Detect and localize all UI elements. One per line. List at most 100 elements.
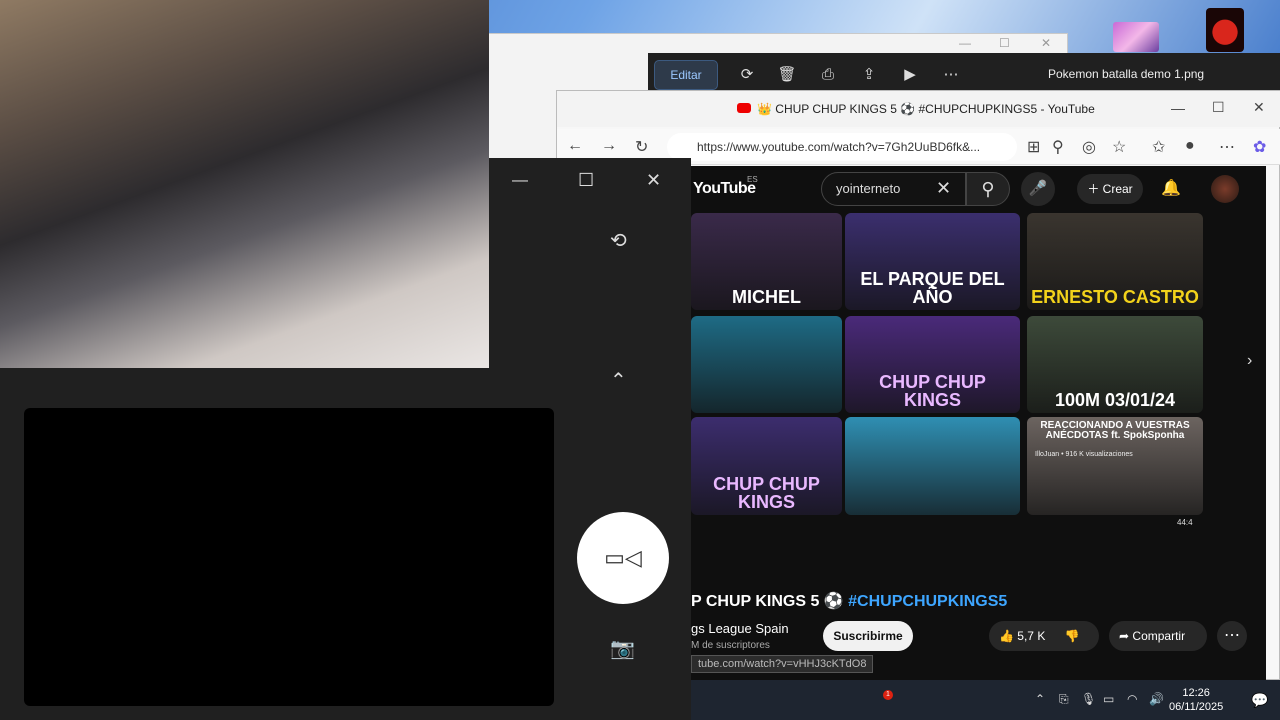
voice-search-icon[interactable]: 🎤: [1021, 172, 1055, 206]
video-thumbnail[interactable]: MICHEL: [691, 213, 842, 310]
edit-label: Editar: [670, 68, 702, 82]
favorites-icon[interactable]: ✩: [1152, 137, 1165, 157]
subscribe-button[interactable]: Suscribirme: [823, 621, 913, 651]
thumbnail-title: ERNESTO CASTRO: [1031, 287, 1199, 307]
search-button[interactable]: ⚲: [966, 172, 1010, 206]
maximize-icon[interactable]: ☐: [999, 36, 1010, 50]
tracking-icon[interactable]: ◎: [1082, 137, 1096, 157]
forward-icon[interactable]: →: [601, 137, 617, 155]
thumbs-down-icon[interactable]: 👎: [1065, 629, 1080, 643]
create-label: Crear: [1102, 182, 1133, 196]
close-icon[interactable]: ✕: [1041, 36, 1051, 50]
rotate-icon[interactable]: ⟳: [736, 65, 758, 85]
tab-title[interactable]: 👑 CHUP CHUP KINGS 5 ⚽ #CHUPCHUPKINGS5 - …: [757, 102, 1095, 116]
notification-badge[interactable]: 1: [883, 690, 893, 700]
share-button[interactable]: ➦ Compartir: [1109, 621, 1207, 651]
thumb-caption: IlloJuan • 916 K visualizaciones: [1035, 451, 1133, 458]
url-input[interactable]: https://www.youtube.com/watch?v=7Gh2UuBD…: [667, 133, 1017, 161]
maximize-icon[interactable]: ☐: [578, 170, 594, 191]
back-icon[interactable]: ←: [567, 137, 583, 155]
desktop-shortcut-icon[interactable]: [1206, 8, 1244, 52]
channel-name[interactable]: gs League Spain: [691, 621, 789, 636]
video-hashtag-link[interactable]: #CHUPCHUPKINGS5: [848, 593, 1007, 610]
close-icon[interactable]: ✕: [1253, 99, 1265, 116]
thumbnail-title: CHUP CHUP KINGS: [879, 372, 986, 410]
thumbnail-title: [845, 507, 1020, 515]
grid-icon[interactable]: ⊞: [1027, 137, 1040, 157]
thumb-duration: 44:4: [1177, 518, 1193, 527]
video-title-text: P CHUP KINGS 5 ⚽: [691, 593, 849, 610]
clock-time: 12:26: [1182, 687, 1210, 699]
photo-mode-icon[interactable]: 📷: [610, 636, 635, 661]
thumbnail-title: REACCIONANDO A VUESTRAS ANÉCDOTAS ft. Sp…: [1040, 420, 1190, 441]
more-actions-icon[interactable]: ⋯: [1217, 621, 1247, 651]
reload-icon[interactable]: ↻: [635, 137, 648, 157]
microphone-icon[interactable]: 🎙: [1081, 692, 1096, 706]
clock[interactable]: 12:26 06/11/2025: [1169, 686, 1223, 714]
usb-icon[interactable]: ⎘: [1059, 692, 1069, 707]
thumbs-up-icon: 👍: [999, 629, 1014, 643]
thumbnail-title: 100M 03/01/24: [1054, 390, 1176, 410]
video-thumbnail[interactable]: EL PARQUE DEL AÑO: [845, 213, 1020, 310]
thumbnail-title: EL PARQUE DEL AÑO: [860, 269, 1005, 307]
video-thumbnail[interactable]: CHUP CHUP KINGS: [691, 417, 842, 515]
youtube-header: YouTube ES yointerneto ✕ ⚲ 🎤 ＋ Crear 🔔: [691, 166, 1266, 212]
switch-camera-icon[interactable]: ⟲: [610, 228, 627, 253]
video-title: P CHUP KINGS 5 ⚽ #CHUPCHUPKINGS5: [691, 591, 1007, 611]
next-arrow-icon[interactable]: ›: [1247, 352, 1252, 370]
wifi-icon[interactable]: ◠: [1127, 692, 1137, 706]
image-filename: Pokemon batalla demo 1.png: [1048, 67, 1205, 81]
clear-search-icon[interactable]: ✕: [936, 178, 951, 199]
more-icon[interactable]: ⋯: [940, 65, 962, 85]
taskbar: 1 ⌃ ⎘ 🎙 ▭ ◠ 🔊 12:26 06/11/2025 💬: [691, 680, 1280, 720]
camera-preview: [24, 408, 554, 706]
video-camera-icon: ▭◁: [604, 545, 642, 570]
chevron-up-icon[interactable]: ⌃: [1035, 692, 1045, 706]
video-thumbnail[interactable]: CHUP CHUP KINGS: [845, 316, 1020, 413]
slideshow-icon[interactable]: ▶: [899, 65, 921, 85]
thumbnail-title: [691, 405, 842, 413]
record-video-button[interactable]: ▭◁: [577, 512, 669, 604]
print-icon[interactable]: ⎙: [817, 65, 839, 85]
like-count: 5,7 K: [1017, 629, 1046, 643]
volume-icon[interactable]: 🔊: [1149, 692, 1164, 706]
like-button[interactable]: 👍 5,7 K 👎: [989, 621, 1099, 651]
notifications-bell-icon[interactable]: 🔔: [1161, 178, 1181, 198]
edit-button[interactable]: Editar: [654, 60, 718, 90]
region-label: ES: [747, 175, 758, 184]
webcam-feed: [0, 0, 489, 368]
status-bar-url: tube.com/watch?v=vHHJ3cKTdO8: [691, 655, 874, 673]
video-thumbnail[interactable]: ERNESTO CASTRO: [1027, 213, 1203, 310]
maximize-icon[interactable]: ☐: [1212, 99, 1225, 116]
search-icon: ⚲: [981, 179, 995, 199]
youtube-page: YouTube ES yointerneto ✕ ⚲ 🎤 ＋ Crear 🔔 M…: [691, 166, 1266, 681]
delete-icon[interactable]: 🗑: [776, 65, 798, 85]
copilot-icon[interactable]: ✿: [1253, 137, 1266, 157]
video-thumbnail[interactable]: [691, 316, 842, 413]
tab-bar: 👑 CHUP CHUP KINGS 5 ⚽ #CHUPCHUPKINGS5 - …: [557, 91, 1280, 127]
zoom-icon[interactable]: ⚲: [1052, 137, 1064, 157]
profile-icon[interactable]: ●: [1185, 137, 1195, 155]
battery-icon[interactable]: ▭: [1103, 692, 1114, 706]
share-label: Compartir: [1132, 629, 1186, 643]
settings-more-icon[interactable]: ⋯: [1219, 137, 1235, 157]
avatar[interactable]: [1211, 175, 1239, 203]
minimize-icon[interactable]: —: [512, 172, 528, 190]
notifications-icon[interactable]: 💬: [1251, 692, 1268, 709]
thumbnail-title: CHUP CHUP KINGS: [713, 474, 820, 512]
favorite-star-icon[interactable]: ☆: [1112, 137, 1126, 157]
minimize-icon[interactable]: —: [959, 36, 971, 50]
video-thumbnail[interactable]: 100M 03/01/24: [1027, 316, 1203, 413]
thumbnail-title: MICHEL: [732, 287, 801, 307]
video-thumbnail[interactable]: REACCIONANDO A VUESTRAS ANÉCDOTAS ft. Sp…: [1027, 417, 1203, 515]
chevron-up-icon[interactable]: ⌃: [610, 368, 627, 393]
youtube-favicon-icon: [737, 103, 751, 113]
share-icon[interactable]: ⇪: [858, 65, 880, 85]
share-icon: ➦: [1119, 629, 1130, 643]
desktop-shortcut-icon[interactable]: [1113, 22, 1159, 52]
clock-date: 06/11/2025: [1169, 701, 1224, 713]
close-icon[interactable]: ✕: [646, 170, 661, 191]
video-thumbnail[interactable]: [845, 417, 1020, 515]
create-button[interactable]: ＋ Crear: [1077, 174, 1143, 204]
minimize-icon[interactable]: —: [1171, 100, 1185, 116]
